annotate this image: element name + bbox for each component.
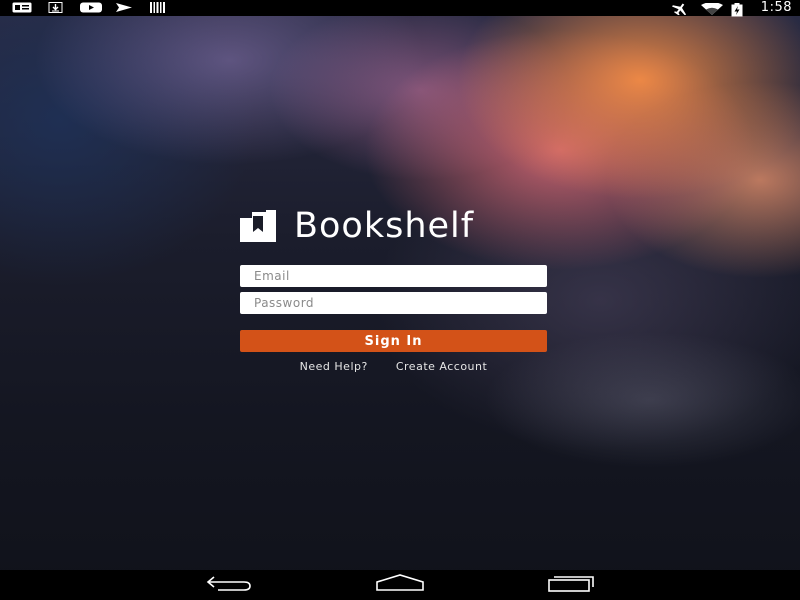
- system-icons: 1:58: [671, 0, 792, 16]
- notification-icons: [12, 2, 168, 13]
- help-links: Need Help? Create Account: [240, 360, 547, 373]
- app-logo: Bookshelf: [240, 206, 474, 246]
- barcode-icon: [148, 2, 168, 13]
- recents-button[interactable]: [546, 575, 596, 595]
- navigation-bar: [0, 570, 800, 600]
- need-help-link[interactable]: Need Help?: [300, 360, 368, 373]
- wifi-icon: [700, 2, 723, 15]
- youtube-icon: [80, 2, 102, 13]
- app-name: Bookshelf: [294, 206, 475, 246]
- create-account-link[interactable]: Create Account: [396, 360, 487, 373]
- gallery-icon: [12, 2, 32, 13]
- home-button[interactable]: [375, 574, 425, 596]
- home-icon: [375, 574, 425, 596]
- back-icon: [206, 575, 252, 595]
- password-field[interactable]: [240, 292, 547, 314]
- email-field[interactable]: [240, 265, 547, 287]
- battery-icon: [731, 2, 751, 16]
- download-icon: [46, 2, 66, 13]
- status-clock: 1:58: [760, 0, 792, 15]
- bookshelf-logo-icon: [240, 210, 276, 242]
- airplane-mode-icon: [671, 3, 691, 15]
- sign-in-button[interactable]: Sign In: [240, 330, 547, 352]
- login-screen: 1:58 Bookshelf Sign In Need Help? Create…: [0, 0, 800, 600]
- send-icon: [114, 2, 134, 13]
- recents-icon: [547, 574, 595, 596]
- back-button[interactable]: [204, 575, 254, 595]
- status-bar: 1:58: [0, 0, 800, 16]
